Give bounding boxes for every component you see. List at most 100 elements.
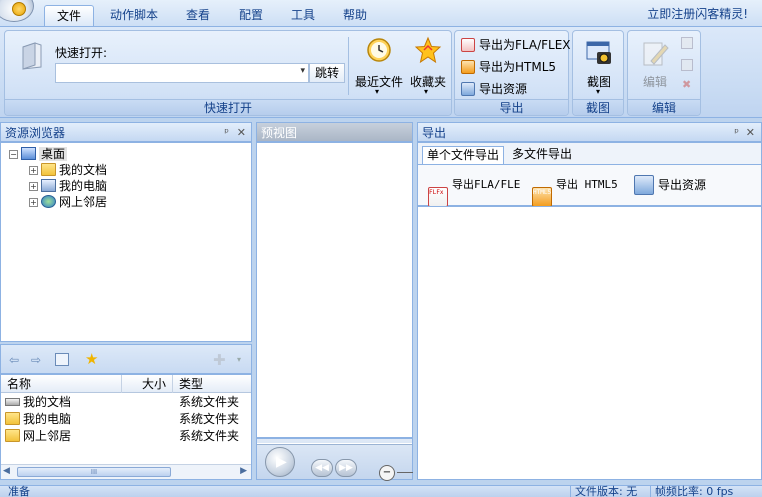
save-icon[interactable] — [681, 37, 693, 49]
list-item-type: 系统文件夹 — [179, 395, 240, 409]
delete-icon[interactable]: ✖ — [682, 79, 694, 91]
scroll-left-arrow-icon[interactable]: ◀ — [3, 466, 10, 476]
fast-forward-button[interactable]: ▶▶ — [335, 459, 357, 477]
drive-icon — [5, 398, 20, 406]
preview-canvas — [256, 142, 413, 438]
tab-file[interactable]: 文件 — [44, 5, 95, 26]
tree-node-network[interactable]: + 网上邻居 — [29, 194, 107, 210]
go-button[interactable]: 跳转 — [309, 63, 345, 83]
export-button-bar: FLFx 导出FLA/FLE HTML5 导出 HTML5 导出资源 — [418, 164, 761, 207]
preview-header: 预视图 — [256, 122, 413, 142]
screenshot-button[interactable]: 截图 ▾ — [575, 35, 623, 97]
back-arrow-icon[interactable]: ⇦ — [9, 353, 19, 367]
ribbon-tab-strip: 文件 动作脚本 查看 配置 工具 帮助 立即注册闪客精灵! — [0, 0, 762, 26]
group-edit: 编辑 ✖ 编辑 — [627, 30, 701, 116]
group-label-edit: 编辑 — [628, 99, 700, 115]
tab-multi-file-export[interactable]: 多文件导出 — [508, 146, 576, 164]
resources-export-icon — [634, 175, 654, 195]
play-button[interactable]: ▶ — [265, 447, 295, 477]
tab-single-file-export[interactable]: 单个文件导出 — [422, 146, 505, 164]
export-fla-fle-button[interactable]: FLFx 导出FLA/FLE — [428, 175, 520, 207]
favorites-dropdown-icon: ▾ — [424, 87, 429, 96]
export-fla-button[interactable]: 导出为FLA/FLEX — [461, 35, 571, 55]
group-export: 导出为FLA/FLEX 导出为HTML5 导出资源 导出 — [454, 30, 571, 116]
expand-icon[interactable]: + — [29, 182, 38, 191]
export-html5-label: 导出为HTML5 — [479, 60, 557, 74]
export-html5-pane-button[interactable]: HTML5 导出 HTML5 — [532, 175, 618, 207]
tree-node-desktop[interactable]: − 桌面 — [9, 146, 68, 162]
tree-label-desktop: 桌面 — [39, 147, 68, 161]
export-resources-button[interactable]: 导出资源 — [461, 79, 527, 99]
toolbar-dropdown-icon[interactable]: ▾ — [237, 355, 241, 364]
list-item[interactable]: 我的电脑 系统文件夹 — [5, 411, 249, 428]
export-resources-pane-label: 导出资源 — [658, 178, 707, 192]
folder-icon — [5, 429, 20, 442]
export-fla-label: 导出为FLA/FLEX — [479, 38, 571, 52]
rewind-button[interactable]: ◀◀ — [311, 459, 333, 477]
horizontal-scrollbar[interactable]: ◀ III ▶ — [1, 464, 251, 479]
dropdown-arrow-icon[interactable]: ▾ — [300, 66, 305, 76]
quick-open-input[interactable]: ▾ — [55, 63, 309, 83]
list-item[interactable]: 我的文档 系统文件夹 — [5, 394, 249, 411]
scroll-thumb[interactable]: III — [17, 467, 171, 477]
favorite-star-icon[interactable]: ★ — [85, 350, 98, 368]
play-icon: ▶ — [276, 454, 287, 470]
pin-icon[interactable]: ᵖ — [734, 123, 739, 143]
pin-icon[interactable]: ᵖ — [224, 123, 229, 143]
tab-tools[interactable]: 工具 — [279, 5, 327, 26]
tree-node-my-documents[interactable]: + 我的文档 — [29, 162, 107, 178]
folder-open-icon — [19, 41, 45, 71]
tree-node-my-computer[interactable]: + 我的电脑 — [29, 178, 107, 194]
tab-view[interactable]: 查看 — [174, 5, 222, 26]
zoom-slider[interactable] — [397, 472, 413, 473]
edit-pencil-icon — [641, 39, 669, 67]
export-html5-button[interactable]: 导出为HTML5 — [461, 57, 556, 77]
screenshot-dropdown-icon: ▾ — [596, 87, 601, 96]
tab-config[interactable]: 配置 — [227, 5, 275, 26]
status-bar: 准备 文件版本: 无 帧频比率: 0 fps — [0, 485, 762, 497]
edit-button[interactable]: 编辑 — [632, 35, 678, 97]
save-as-icon[interactable] — [681, 59, 693, 71]
file-list: 名称 大小 类型 我的文档 系统文件夹 我的电脑 系统文件夹 网上邻居 系统文件… — [0, 374, 252, 480]
documents-icon — [41, 163, 56, 176]
export-content — [417, 206, 762, 480]
column-type[interactable]: 类型 — [179, 375, 203, 393]
star-icon — [414, 36, 442, 64]
recent-files-button[interactable]: 最近文件 ▾ — [353, 35, 403, 97]
tab-help[interactable]: 帮助 — [331, 5, 379, 26]
export-resources-label: 导出资源 — [479, 82, 528, 96]
tab-actionscript[interactable]: 动作脚本 — [98, 5, 170, 26]
column-size[interactable]: 大小 — [123, 375, 173, 393]
resource-browser-header: 资源浏览器 ᵖ ✕ — [0, 122, 252, 142]
list-item-name: 我的文档 — [23, 395, 72, 409]
tree-label-my-documents: 我的文档 — [59, 163, 108, 177]
status-text: 准备 — [8, 485, 30, 497]
resource-browser-title: 资源浏览器 — [5, 126, 66, 140]
playback-controls: ▶ ◀◀ ▶▶ − — [256, 438, 413, 481]
expand-icon[interactable]: + — [29, 166, 38, 175]
computer-icon — [41, 179, 56, 192]
network-globe-icon — [41, 195, 56, 208]
fla-export-icon: FLFx — [428, 187, 448, 207]
list-item-type: 系统文件夹 — [179, 429, 240, 443]
list-item[interactable]: 网上邻居 系统文件夹 — [5, 428, 249, 445]
zoom-out-icon[interactable]: − — [379, 465, 395, 481]
column-name[interactable]: 名称 — [7, 375, 122, 393]
collapse-icon[interactable]: − — [9, 150, 18, 159]
frame-rate-status: 帧频比率: 0 fps — [650, 486, 733, 497]
close-icon[interactable]: ✕ — [237, 123, 246, 143]
group-label-screenshot: 截图 — [573, 99, 623, 115]
forward-arrow-icon[interactable]: ⇨ — [31, 353, 41, 367]
close-icon[interactable]: ✕ — [746, 123, 755, 143]
add-icon[interactable]: ✚ — [213, 351, 226, 369]
folder-tree: − 桌面 + 我的文档 + 我的电脑 + 网上邻居 — [0, 142, 252, 342]
register-link[interactable]: 立即注册闪客精灵! — [647, 5, 748, 23]
up-folder-icon[interactable] — [55, 353, 69, 366]
list-item-type: 系统文件夹 — [179, 412, 240, 426]
seek-track[interactable] — [257, 443, 412, 445]
scroll-right-arrow-icon[interactable]: ▶ — [240, 466, 247, 476]
favorites-button[interactable]: 收藏夹 ▾ — [405, 35, 451, 97]
tree-label-my-computer: 我的电脑 — [59, 179, 108, 193]
export-resources-pane-button[interactable]: 导出资源 — [634, 175, 706, 195]
expand-icon[interactable]: + — [29, 198, 38, 207]
